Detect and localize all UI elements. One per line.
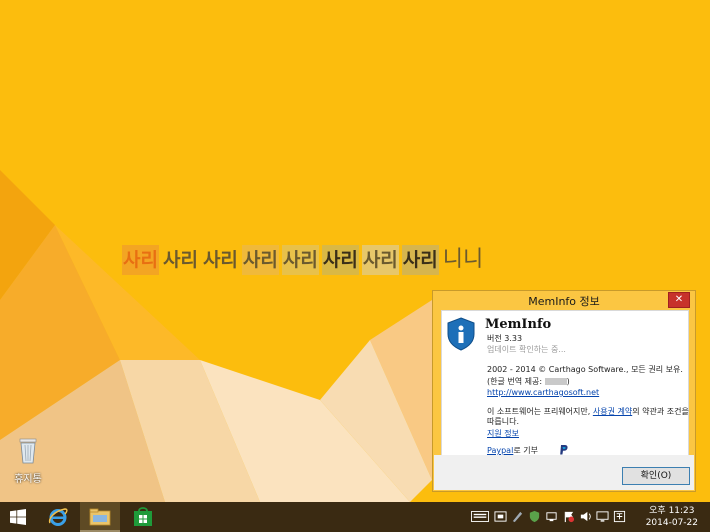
keyboard-icon[interactable] xyxy=(470,509,490,523)
copyright-text: 2002 - 2014 © Carthago Software., 모든 권리 … xyxy=(487,365,683,374)
info-shield-icon xyxy=(447,317,475,351)
translator-name-blurred xyxy=(544,378,567,385)
file-explorer-button[interactable] xyxy=(80,502,120,532)
file-explorer-icon xyxy=(89,508,111,526)
version-text: 버전 3.33 xyxy=(487,334,523,343)
translation-prefix: (한글 번역 제공: xyxy=(487,377,545,386)
license-link[interactable]: 사용권 계약 xyxy=(593,407,632,416)
website-link[interactable]: http://www.carthagosoft.net xyxy=(487,388,599,397)
recycle-bin-icon xyxy=(19,438,37,464)
recycle-bin[interactable]: 휴지통 xyxy=(6,435,50,485)
desktop: 사리 사리 사리 사리 사리 사리 사리 사리 니니 휴지통 MemInfo 정… xyxy=(0,0,710,502)
watermark-word: 사리 xyxy=(241,245,279,275)
donate-suffix: 로 기부 xyxy=(513,446,538,455)
watermark-word: 사리 xyxy=(321,245,359,275)
translation-suffix: ) xyxy=(566,377,570,386)
store-icon xyxy=(134,507,152,526)
watermark-word: 사리 xyxy=(361,245,399,275)
flag-icon[interactable] xyxy=(561,509,575,523)
start-icon xyxy=(10,509,26,525)
watermark-word: 사리 xyxy=(162,249,198,271)
dialog-footer: 확인(O) xyxy=(434,455,694,490)
dialog-titlebar[interactable]: MemInfo 정보 ✕ xyxy=(433,291,695,308)
clock-time: 오후 11:23 xyxy=(649,506,695,516)
app-name: MemInfo xyxy=(485,317,552,332)
license-text-2: 의 약관과 조건을 xyxy=(632,407,689,416)
ime-icon[interactable] xyxy=(493,509,507,523)
license-text-1: 이 소프트웨어는 프리웨어지만, xyxy=(487,407,593,416)
watermark-word: 사리 xyxy=(122,245,159,275)
watermark-tail: 니니 xyxy=(442,247,484,272)
recycle-bin-label: 휴지통 xyxy=(14,474,42,485)
store-button[interactable] xyxy=(124,502,168,532)
dialog-title: MemInfo 정보 xyxy=(528,295,600,308)
translation-credit: (한글 번역 제공: ) xyxy=(487,376,570,387)
clock-date: 2014-07-22 xyxy=(645,518,698,528)
ok-button[interactable]: 확인(O) xyxy=(622,467,690,485)
watermark-text: 사리 사리 사리 사리 사리 사리 사리 사리 니니 xyxy=(122,245,487,275)
shield-icon[interactable] xyxy=(527,509,541,523)
watermark-word: 사리 xyxy=(202,249,238,271)
support-link[interactable]: 지원 정보 xyxy=(487,428,519,439)
clock[interactable]: 오후 11:23 2014-07-22 xyxy=(646,505,698,529)
dialog-content: MemInfo 버전 3.33 업데이트 확인하는 중... 2002 - 20… xyxy=(441,310,689,456)
close-icon: ✕ xyxy=(674,294,684,305)
update-status: 업데이트 확인하는 중... xyxy=(487,345,566,354)
volume-icon[interactable] xyxy=(578,509,592,523)
paypal-link[interactable]: Paypal xyxy=(487,446,513,455)
input-icon[interactable] xyxy=(612,509,626,523)
monitor-icon[interactable] xyxy=(595,509,609,523)
watermark-word: 사리 xyxy=(401,245,439,275)
internet-explorer-icon xyxy=(48,508,68,526)
paypal-icon[interactable] xyxy=(560,445,568,455)
internet-explorer-button[interactable] xyxy=(38,502,82,532)
about-dialog: MemInfo 정보 ✕ MemInfo 버전 3.33 업데이트 확인하는 중… xyxy=(432,290,696,492)
taskbar: 오후 11:23 2014-07-22 xyxy=(0,502,710,532)
watermark-word: 사리 xyxy=(281,245,319,275)
pen-icon[interactable] xyxy=(510,509,524,523)
close-button[interactable]: ✕ xyxy=(668,292,690,308)
system-tray xyxy=(470,509,626,523)
license-text-3: 따릅니다. xyxy=(487,417,519,426)
network-icon[interactable] xyxy=(544,509,558,523)
